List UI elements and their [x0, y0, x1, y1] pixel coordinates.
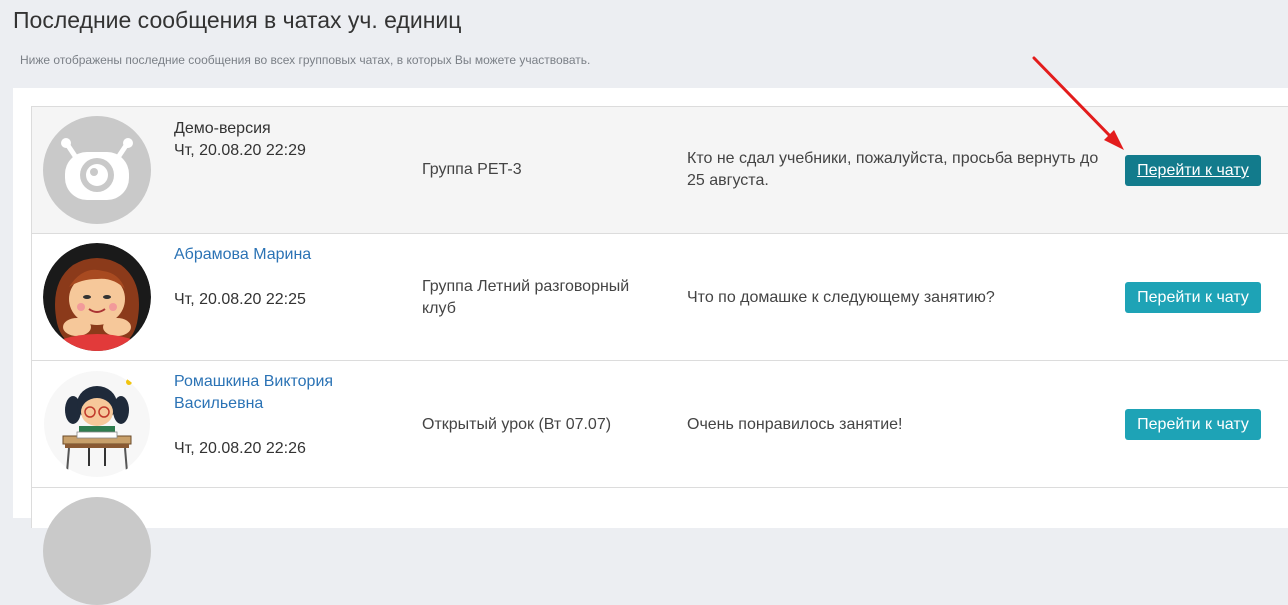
message-time: Чт, 20.08.20 22:26: [174, 440, 306, 457]
go-to-chat-button[interactable]: Перейти к чату: [1125, 409, 1261, 440]
page-subtitle: Ниже отображены последние сообщения во в…: [20, 53, 591, 67]
girl-cartoon-avatar-icon: [43, 243, 151, 351]
go-to-chat-button[interactable]: Перейти к чату: [1125, 282, 1261, 313]
chat-row: [31, 488, 1288, 605]
message-time: Чт, 20.08.20 22:25: [174, 291, 306, 308]
group-name: Группа PET-3: [422, 161, 522, 178]
group-name: Открытый урок (Вт 07.07): [422, 416, 612, 433]
chat-row: Демо-версия Чт, 20.08.20 22:29 Группа PE…: [31, 107, 1288, 234]
sender-name: Демо-версия: [174, 120, 271, 137]
message-text: Очень понравилось занятие!: [687, 416, 903, 433]
message-text: Кто не сдал учебники, пожалуйста, просьб…: [687, 150, 1099, 189]
schoolgirl-desk-avatar-icon: [43, 370, 151, 478]
sender-name-link[interactable]: Абрамова Марина: [174, 244, 311, 266]
message-text: Что по домашке к следующему занятию?: [687, 289, 995, 306]
message-time: Чт, 20.08.20 22:29: [174, 142, 306, 159]
chat-list: Демо-версия Чт, 20.08.20 22:29 Группа PE…: [31, 106, 1288, 605]
default-robot-avatar-icon: [43, 116, 151, 224]
chat-row: Абрамова Марина Чт, 20.08.20 22:25 Групп…: [31, 234, 1288, 361]
page-title: Последние сообщения в чатах уч. единиц: [13, 7, 462, 33]
group-name: Группа Летний разговорный клуб: [422, 278, 630, 317]
chat-row: Ромашкина Виктория Васильевна Чт, 20.08.…: [31, 361, 1288, 488]
go-to-chat-button[interactable]: Перейти к чату: [1125, 155, 1261, 186]
default-avatar-icon: [43, 497, 151, 605]
sender-name-link[interactable]: Ромашкина Виктория Васильевна: [174, 371, 394, 415]
